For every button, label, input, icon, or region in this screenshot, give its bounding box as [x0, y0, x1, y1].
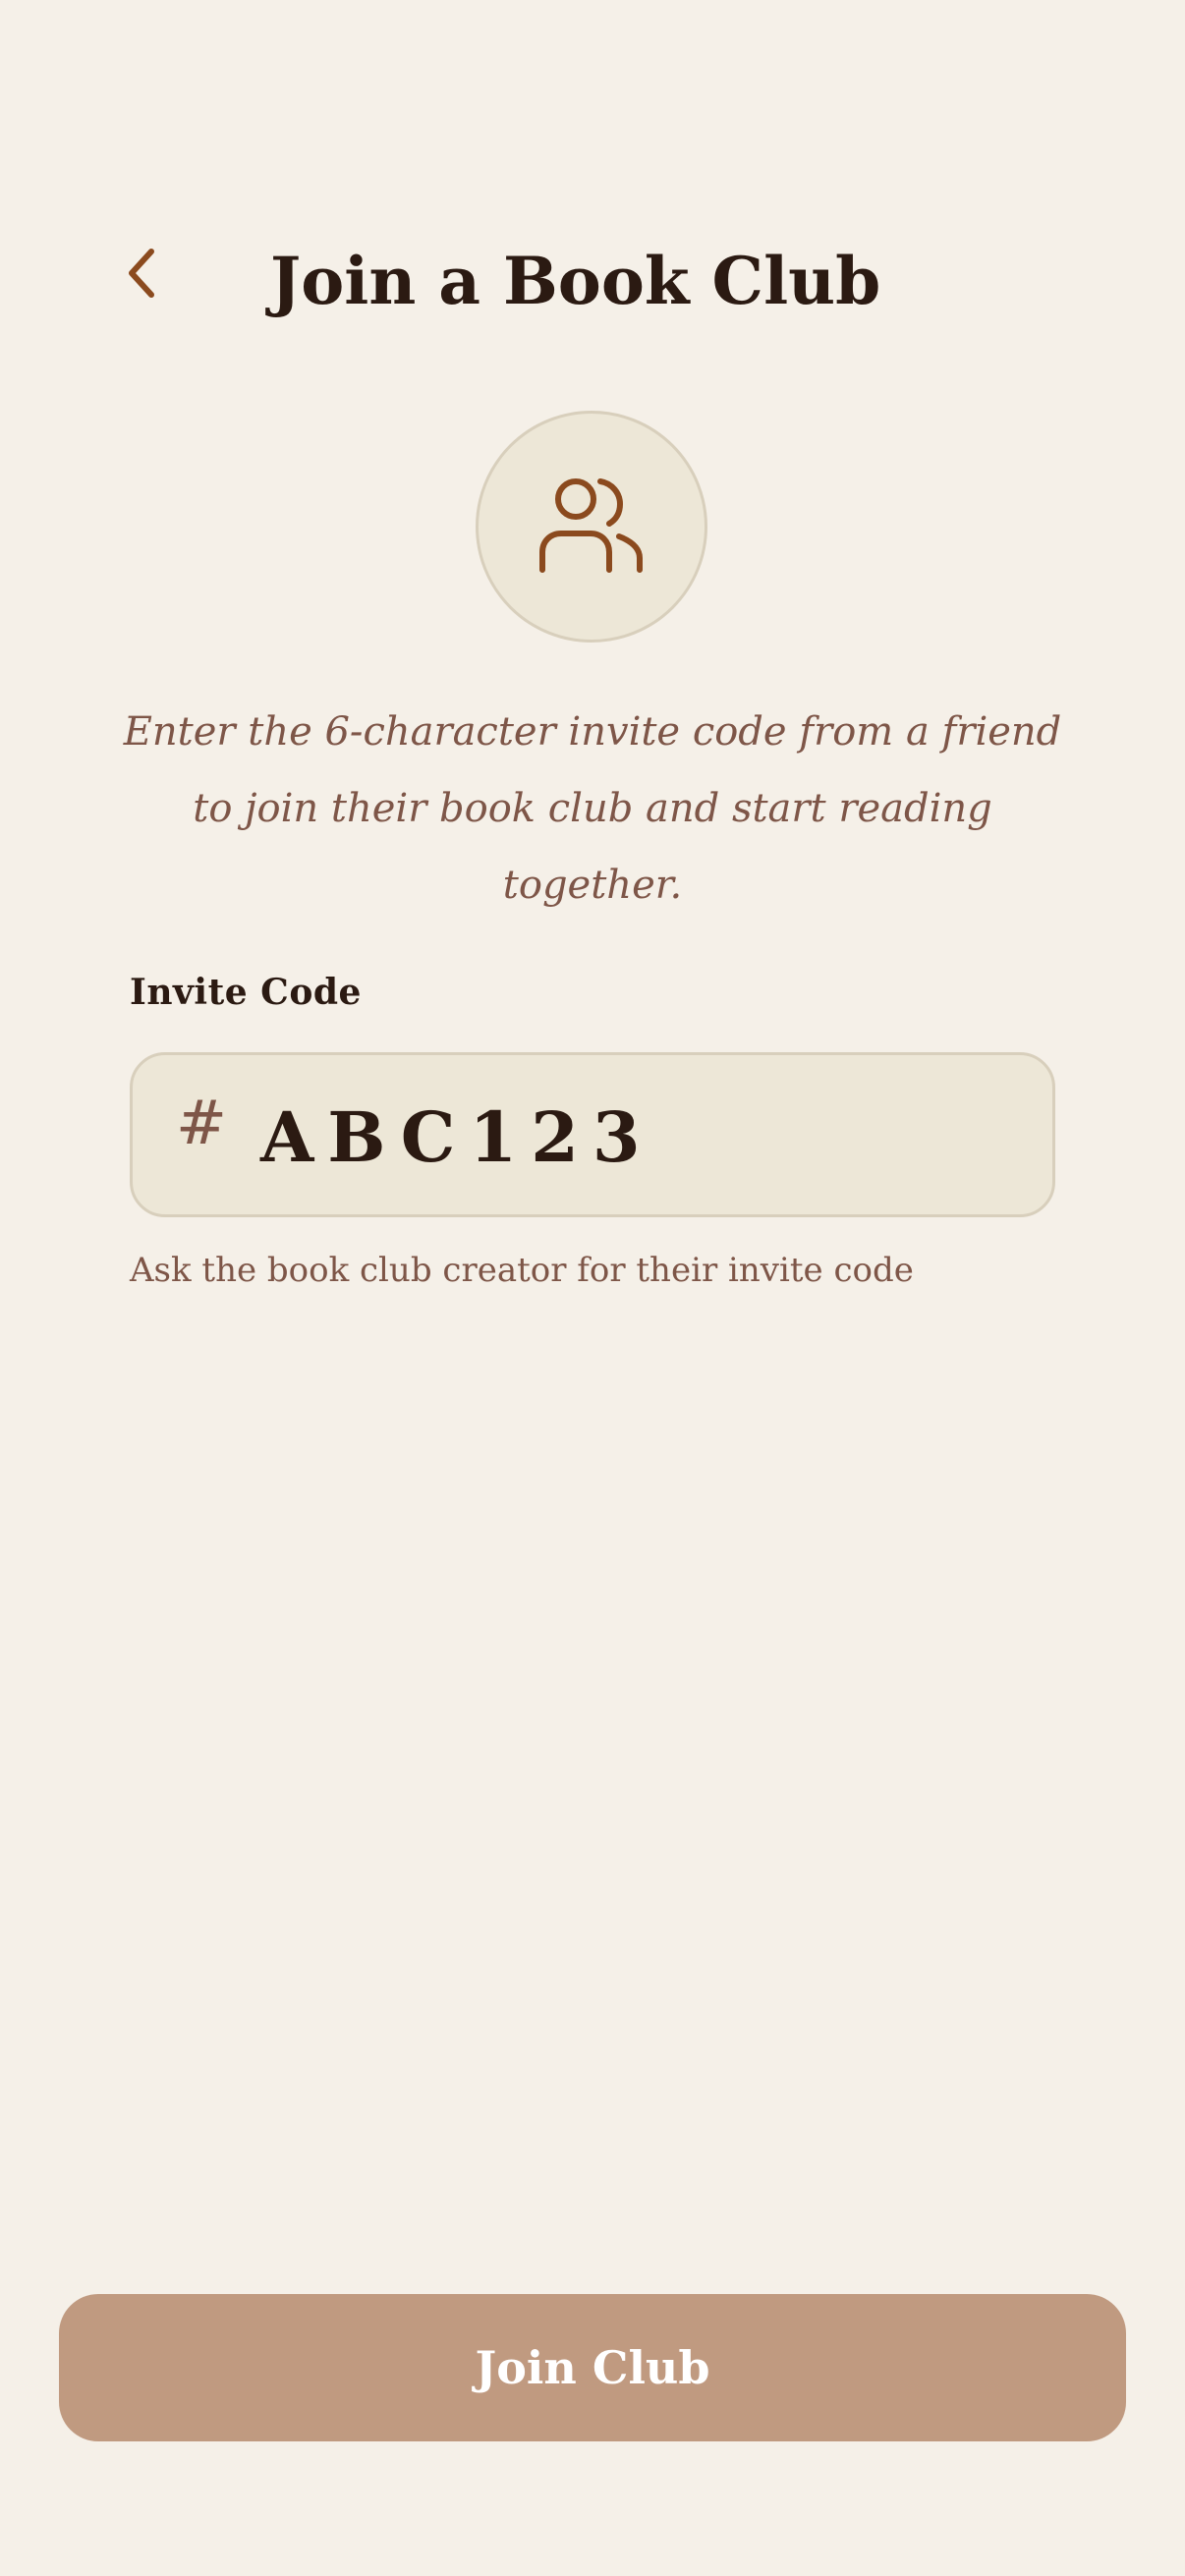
join-club-button[interactable]: Join Club [59, 2294, 1126, 2441]
back-button[interactable] [110, 234, 173, 312]
hash-icon: # [176, 1087, 227, 1158]
invite-code-input[interactable]: # ABC123 [130, 1052, 1055, 1217]
invite-code-value: ABC123 [260, 1096, 654, 1178]
page-title: Join a Book Club [270, 243, 881, 319]
invite-code-helper: Ask the book club creator for their invi… [130, 1251, 914, 1290]
intro-text: Enter the 6-character invite code from a… [123, 709, 1062, 908]
users-icon [539, 478, 643, 573]
invite-code-label: Invite Code [130, 972, 362, 1013]
chevron-left-icon [129, 249, 154, 298]
hero-icon-circle [476, 411, 707, 643]
